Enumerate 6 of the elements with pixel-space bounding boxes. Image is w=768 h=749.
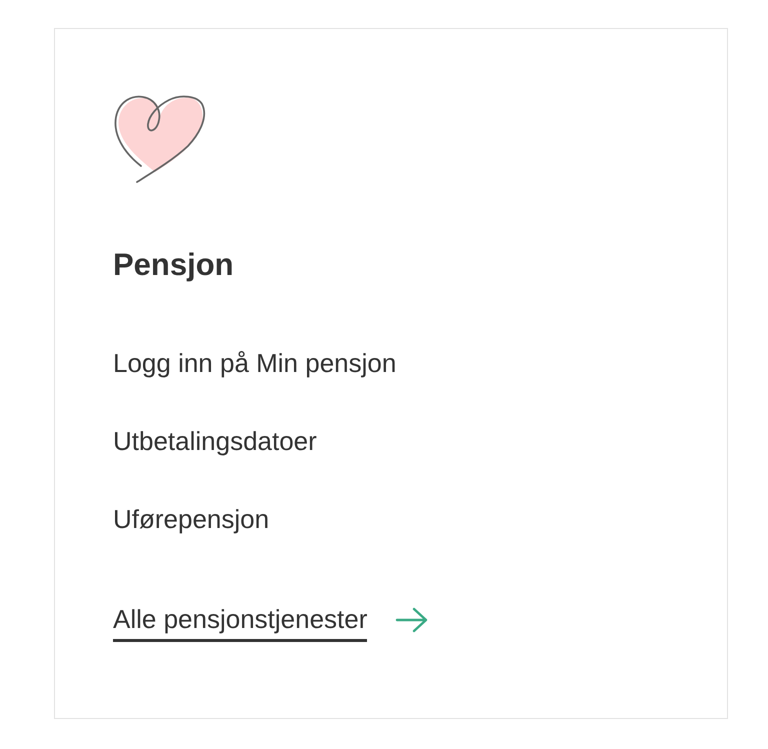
service-link[interactable]: Utbetalingsdatoer [113,421,396,461]
service-link[interactable]: Logg inn på Min pensjon [113,343,396,383]
arrow-right-icon [395,606,430,632]
card-title: Pensjon [113,246,234,284]
service-link[interactable]: Uførepensjon [113,499,396,539]
all-services-link[interactable]: Alle pensjonstjenester [113,603,368,642]
